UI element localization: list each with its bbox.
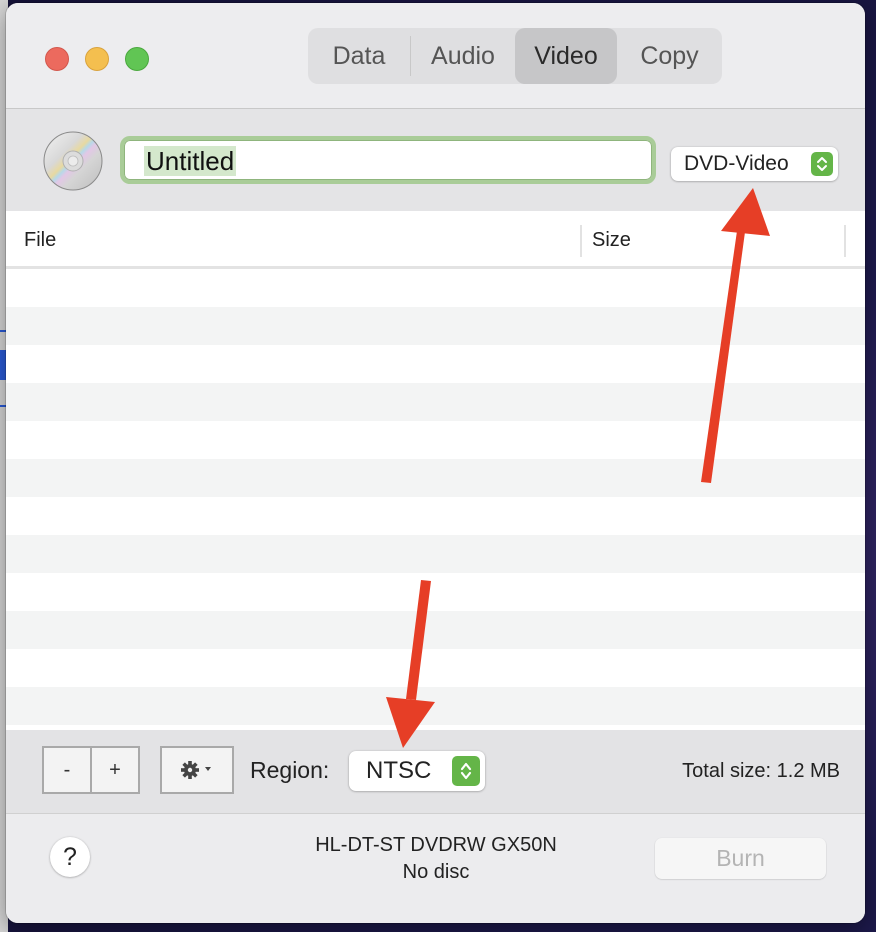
- popup-chevron-icon: [811, 152, 833, 176]
- mode-tab-bar: Data Audio Video Copy: [308, 28, 722, 84]
- table-row: [6, 687, 865, 725]
- tab-copy[interactable]: Copy: [617, 28, 722, 84]
- disc-name-bar: Untitled DVD-Video: [6, 109, 865, 211]
- file-table-body[interactable]: [6, 269, 865, 733]
- file-table-header: File Size: [6, 211, 865, 269]
- table-row: [6, 269, 865, 307]
- dropdown-triangle-icon: [205, 767, 211, 771]
- column-header-file[interactable]: File: [24, 229, 56, 252]
- column-divider[interactable]: [580, 225, 582, 257]
- disc-format-popup[interactable]: DVD-Video: [671, 147, 838, 181]
- column-header-size[interactable]: Size: [592, 229, 631, 252]
- table-row: [6, 459, 865, 497]
- burn-button[interactable]: Burn: [655, 838, 826, 879]
- disc-icon: [43, 131, 103, 191]
- region-value: NTSC: [366, 757, 432, 784]
- actions-menu-button[interactable]: [160, 746, 234, 794]
- drive-name: HL-DT-ST DVDRW GX50N: [315, 834, 557, 856]
- region-popup[interactable]: NTSC: [349, 751, 485, 791]
- help-button[interactable]: ?: [50, 837, 90, 877]
- table-row: [6, 345, 865, 383]
- region-label: Region:: [250, 757, 330, 783]
- table-row: [6, 573, 865, 611]
- table-row: [6, 307, 865, 345]
- tab-audio[interactable]: Audio: [411, 28, 515, 84]
- minimize-button[interactable]: [85, 47, 109, 71]
- table-row: [6, 649, 865, 687]
- disc-name-value: Untitled: [144, 146, 237, 176]
- footer: ? HL-DT-ST DVDRW GX50N No disc Burn: [6, 814, 865, 923]
- table-row: [6, 383, 865, 421]
- remove-button[interactable]: -: [42, 746, 92, 794]
- add-button[interactable]: +: [90, 746, 140, 794]
- disc-status: No disc: [402, 861, 470, 883]
- disc-format-value: DVD-Video: [684, 152, 789, 175]
- table-row: [6, 497, 865, 535]
- table-row: [6, 611, 865, 649]
- disc-name-input[interactable]: Untitled: [120, 136, 656, 184]
- column-divider[interactable]: [844, 225, 846, 257]
- close-button[interactable]: [45, 47, 69, 71]
- popup-chevron-icon: [452, 756, 480, 786]
- total-size-label: Total size: 1.2 MB: [682, 760, 840, 782]
- bottom-toolbar: - + Region: NTSC Total size: 1.2 MB: [6, 730, 865, 814]
- gear-icon: [181, 761, 211, 779]
- title-bar: Data Audio Video Copy: [6, 3, 865, 109]
- table-row: [6, 421, 865, 459]
- table-row: [6, 535, 865, 573]
- tab-video[interactable]: Video: [515, 28, 617, 84]
- burn-app-window: Data Audio Video Copy Untitled DVD-Video…: [6, 3, 865, 923]
- tab-data[interactable]: Data: [308, 28, 410, 84]
- zoom-button[interactable]: [125, 47, 149, 71]
